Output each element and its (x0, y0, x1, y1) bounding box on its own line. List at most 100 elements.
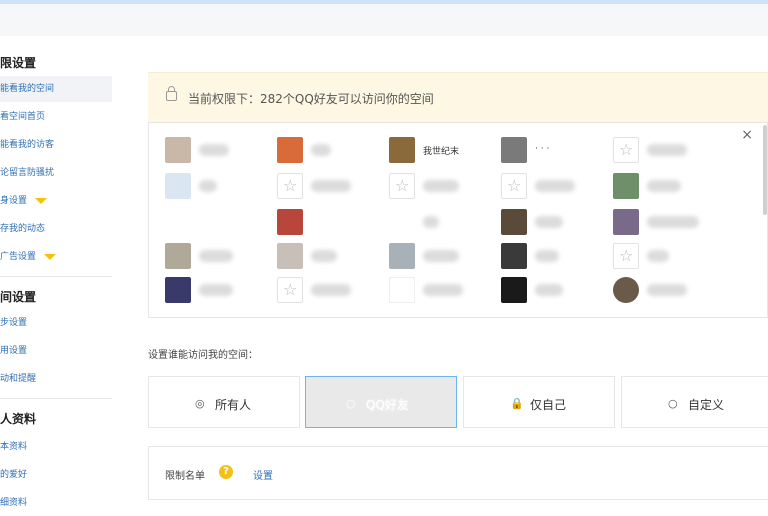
notice-text: 当前权限下：282个QQ好友可以访问你的空间 (188, 92, 434, 106)
friend-name (647, 284, 687, 296)
avatar (165, 277, 191, 303)
star-icon (277, 277, 303, 303)
friend-name (535, 216, 563, 228)
friend-item[interactable] (277, 243, 387, 271)
close-icon[interactable]: × (741, 127, 753, 143)
blacklist-label: 限制名单 (165, 471, 205, 482)
avatar (277, 209, 303, 235)
custom-icon: ○ (668, 397, 678, 410)
avatar (165, 137, 191, 163)
option-custom[interactable]: ○ 自定义 (621, 376, 768, 428)
friend-name (423, 250, 459, 262)
friend-item[interactable] (165, 173, 275, 201)
friend-item[interactable] (613, 243, 723, 271)
section-title-space-settings: 间设置 (0, 290, 37, 304)
sidebar: 限设置 能看我的空间 看空间首页 能看我的访客 论留言防骚扰 身设置 存我的动态… (0, 44, 116, 510)
section-title-profile: 人资料 (0, 412, 37, 426)
help-icon[interactable]: ? (219, 465, 233, 479)
avatar (501, 137, 527, 163)
scrollbar[interactable] (763, 125, 767, 215)
friend-name (423, 284, 463, 296)
friend-name (535, 250, 559, 262)
option-everyone[interactable]: ◎ 所有人 (148, 376, 300, 428)
sidebar-item-notifications[interactable]: 动和提醒 (0, 366, 112, 392)
friend-item[interactable] (501, 277, 611, 305)
friend-item[interactable]: · · · (501, 137, 611, 165)
access-setting-label: 设置谁能访问我的空间： (148, 350, 258, 361)
friends-icon: ○ (346, 397, 356, 410)
lock-icon (166, 86, 177, 101)
friend-item[interactable] (613, 137, 723, 165)
sidebar-item-stealth[interactable]: 身设置 (0, 188, 112, 214)
avatar (165, 173, 191, 199)
friend-item[interactable] (613, 173, 723, 201)
option-only-me[interactable]: 🔒 仅自己 (463, 376, 615, 428)
friend-item[interactable] (165, 137, 275, 165)
friend-item[interactable] (389, 243, 499, 271)
star-icon (389, 173, 415, 199)
friend-item[interactable] (277, 209, 387, 237)
friend-name (423, 180, 459, 192)
sidebar-item-details[interactable]: 细资料 (0, 490, 112, 516)
friend-item[interactable]: 我世纪末 (389, 137, 499, 165)
friend-item[interactable] (165, 243, 275, 271)
permission-notice: 当前权限下：282个QQ好友可以访问你的空间 (148, 72, 768, 123)
friend-item[interactable] (501, 173, 611, 201)
friend-item[interactable] (277, 277, 387, 305)
lock-icon: 🔒 (510, 397, 524, 410)
sidebar-item-sync[interactable]: 步设置 (0, 310, 112, 336)
friend-name (311, 284, 351, 296)
friend-name (423, 216, 439, 228)
star-icon (613, 137, 639, 163)
avatar (277, 243, 303, 269)
sidebar-item-apps[interactable]: 用设置 (0, 338, 112, 364)
friend-name (535, 284, 563, 296)
avatar (389, 277, 415, 303)
sidebar-item-who-can-view[interactable]: 能看我的空间 (0, 76, 112, 102)
section-title-permissions: 限设置 (0, 56, 37, 70)
friends-panel: × 我世纪末 · · · (148, 122, 768, 318)
friend-name (311, 250, 337, 262)
avatar (165, 243, 191, 269)
sidebar-item-hobbies[interactable]: 的爱好 (0, 462, 112, 488)
avatar (501, 243, 527, 269)
friend-name (535, 180, 575, 192)
friend-name (311, 180, 351, 192)
friend-name (311, 144, 331, 156)
divider (0, 398, 112, 399)
friend-item[interactable] (389, 277, 499, 305)
sidebar-item-ads[interactable]: 广告设置 (0, 244, 112, 270)
sidebar-item-basic-info[interactable]: 本资料 (0, 434, 112, 460)
friend-name (199, 144, 229, 156)
friend-item[interactable] (389, 173, 499, 201)
friend-item[interactable] (277, 173, 387, 201)
vip-diamond-icon (44, 253, 57, 260)
option-qq-friends[interactable]: ○ QQ好友 (305, 376, 457, 428)
friend-item[interactable] (501, 243, 611, 271)
friend-item[interactable] (613, 209, 723, 237)
friend-name (199, 180, 217, 192)
friend-name (647, 216, 699, 228)
friend-item[interactable] (389, 209, 499, 237)
friend-item[interactable] (165, 277, 275, 305)
avatar (501, 209, 527, 235)
friend-item[interactable] (501, 209, 611, 237)
access-options: ◎ 所有人 ○ QQ好友 🔒 仅自己 ○ 自定义 (148, 376, 768, 428)
sidebar-item-anti-harass[interactable]: 论留言防骚扰 (0, 160, 112, 186)
vip-diamond-icon (35, 197, 48, 204)
friend-name (647, 180, 681, 192)
friend-name (647, 250, 669, 262)
sidebar-item-homepage[interactable]: 看空间首页 (0, 104, 112, 130)
avatar (613, 173, 639, 199)
avatar (277, 137, 303, 163)
blacklist-settings-link[interactable]: 设置 (253, 467, 273, 482)
sidebar-item-save-feed[interactable]: 存我的动态 (0, 216, 112, 242)
globe-icon: ◎ (195, 397, 205, 410)
friend-item[interactable] (613, 277, 723, 305)
friend-item[interactable] (277, 137, 387, 165)
blacklist-row: 限制名单 ? 设置 (148, 446, 768, 500)
sidebar-item-visitors[interactable]: 能看我的访客 (0, 132, 112, 158)
header-bar (0, 4, 768, 36)
friend-name: 我世纪末 (423, 147, 460, 157)
star-icon (277, 173, 303, 199)
